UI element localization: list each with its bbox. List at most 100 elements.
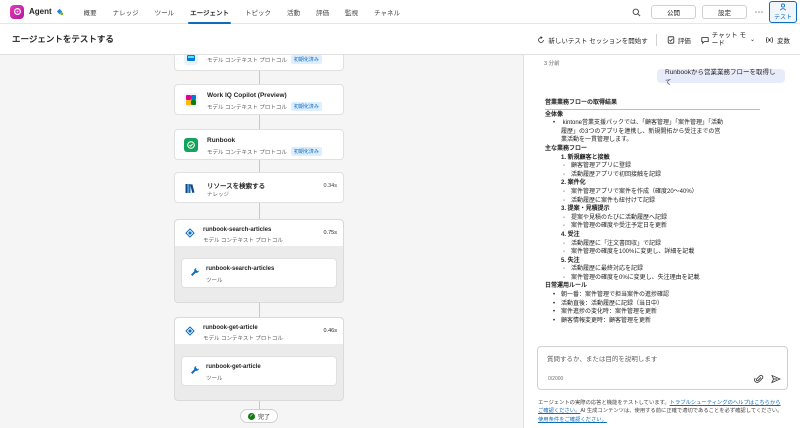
flow-group-get-article[interactable]: runbook-get-article モデル コンテキスト プロトコル 0.4… [174,317,344,401]
variables-icon [766,36,773,43]
header-actions: 新しいテスト セッションを開始す 評価 チャット モ ード ⌄ 変数 [527,24,790,55]
list-item: 案件管理の確度を0%に変更し、失注理由を記載 [545,274,760,283]
chat-icon [701,36,709,44]
group-header: runbook-get-article モデル コンテキスト プロトコル 0.4… [175,318,343,344]
tab-tools[interactable]: ツール [147,0,183,24]
mcp-tool-icon [184,325,196,337]
chat-mode-label-line2: ード [711,39,725,47]
agent-response: 営業業務フローの取得結果 全体像 kintone営業支援パックでは、「顧客管理」… [545,99,760,325]
variables-label: 変数 [777,37,790,45]
node-duration: 0.34s [323,183,337,189]
node-subtitle: モデル コンテキスト プロトコル 初期化済み [207,147,322,156]
publish-button[interactable]: 公開 [651,5,696,19]
copilot-agent-logo-icon [10,4,24,19]
overview-line: 業活動を一貫管理します。 [561,137,633,144]
step-title: 1. 新規顧客と接触 [561,154,610,161]
node-subtitle: モデル コンテキスト プロトコル 初期化済み [207,55,322,64]
new-session-button[interactable]: 新しいテスト セッションを開始す [537,35,648,45]
mcp-tool-icon [184,227,196,239]
flow-canvas[interactable]: モデル コンテキスト プロトコル 初期化済み Work IQ Copilot (… [0,55,523,428]
person-chat-icon [779,3,787,11]
complete-badge: ✓ 完了 [240,409,278,423]
chat-input[interactable]: 質問するか、または目的を説明します [547,353,657,363]
top-nav: Agent 概要 ナレッジ ツール エージェント トピック 活動 評価 監視 チ… [0,0,800,24]
terms-link[interactable]: 使用条件をご確認ください。 [538,417,607,423]
wrench-icon [191,366,199,374]
node-title: Runbook [207,137,236,144]
tool-title: runbook-get-article [206,364,261,370]
attach-icon[interactable] [754,374,764,384]
message-timestamp: 3 分前 [544,61,560,67]
group-title: runbook-get-article [203,325,258,331]
disclaimer-text: AI 生成コンテンツは、使用する前に正確で適切であることを必ず確認してください。 [580,408,783,415]
flow-node-azure[interactable]: モデル コンテキスト プロトコル 初期化済み [174,55,344,71]
chat-pane: 3 分前 Runbookから営業業務フローを取得して 営業業務フローの取得結果 … [523,55,800,428]
tab-topics[interactable]: トピック [237,0,279,24]
evaluate-label: 評価 [677,37,691,45]
list-item: 案件管理の確度を100%に変更し、詳細を記載 [545,248,760,257]
evaluate-icon [667,35,674,44]
list-item: 活動履歴アプリで初回接触を記録 [545,171,760,180]
new-session-label: 新しいテスト セッションを開始す [548,37,648,45]
nav-tabs: 概要 ナレッジ ツール エージェント トピック 活動 評価 監視 チャネル [76,0,408,24]
troubleshooting-link[interactable]: トラブルシューティングのヘルプはこちらから [670,400,781,406]
tool-call-card[interactable]: runbook-get-article ツール [181,356,337,386]
flow-group-search-articles[interactable]: runbook-search-articles モデル コンテキスト プロトコル… [174,219,344,303]
troubleshooting-link-cont[interactable]: ご確認ください。 [538,408,580,414]
section-heading: 全体像 [545,111,564,118]
section-heading: 主な業務フロー [545,145,588,152]
runbook-icon [184,138,198,152]
section-heading: 日常運用ルール [545,283,588,290]
tab-evaluation[interactable]: 評価 [308,0,337,24]
status-badge: 初期化済み [290,147,322,156]
chat-mode-label-line1: チャット モ [711,31,746,39]
nav-actions: 公開 設定 ⋯ テスト [629,0,800,24]
node-subtitle: ナレッジ [207,190,229,198]
settings-button[interactable]: 設定 [702,5,747,19]
overview-line: 履歴」の3つのアプリを連携し、新規開拓から受注までの営 [561,128,721,135]
user-message: Runbookから営業業務フローを取得して [657,69,785,86]
divider [655,33,657,46]
node-subtitle-text: モデル コンテキスト プロトコル [207,57,287,64]
wrench-icon [191,268,199,276]
status-badge: 初期化済み [290,102,322,111]
evaluate-button[interactable]: 評価 [667,35,691,45]
agent-status-icon [56,8,63,16]
chat-input-box[interactable]: 質問するか、または目的を説明します 0/2000 [537,346,788,390]
check-icon: ✓ [247,412,255,420]
tab-agents[interactable]: エージェント [182,0,237,24]
test-button-label: テスト [773,15,792,21]
tab-overview[interactable]: 概要 [76,0,105,24]
workiq-icon [184,93,198,107]
tool-subtitle: ツール [206,376,223,382]
app-title: Agent [29,7,52,16]
tab-monitoring[interactable]: 監視 [337,0,366,24]
search-icon[interactable] [629,5,643,19]
list-item: 案件進捗の変化時：案件管理を更新 [545,308,760,317]
chevron-down-icon: ⌄ [749,37,755,43]
tool-title: runbook-search-articles [206,266,275,272]
step-title: 2. 案件化 [561,180,586,187]
list-item: 案件管理アプリで案件を作成（確度20〜40%） [545,188,760,197]
tool-call-card[interactable]: runbook-search-articles ツール [181,258,337,288]
refresh-icon [538,35,545,43]
response-title: 営業業務フローの取得結果 [545,99,760,110]
tab-channels[interactable]: チャネル [366,0,408,24]
tab-activity[interactable]: 活動 [279,0,308,24]
disclaimer-text: エージェントの実際の応答と機能をテストしています。 [538,400,670,406]
status-badge: 初期化済み [290,55,322,64]
variables-button[interactable]: 変数 [765,35,790,45]
flow-node-workiq[interactable]: Work IQ Copilot (Preview) モデル コンテキスト プロト… [174,84,344,115]
group-title: runbook-search-articles [203,227,272,233]
tab-knowledge[interactable]: ナレッジ [105,0,147,24]
send-icon[interactable] [771,374,781,384]
node-subtitle-text: モデル コンテキスト プロトコル [207,104,287,111]
list-item: 活動直後：活動履歴に記録（当日中） [545,300,760,309]
list-item: 活動履歴に案件も紐付けて記録 [545,197,760,206]
books-icon [184,181,198,195]
flow-node-search-resources[interactable]: リソースを検索する ナレッジ 0.34s [174,172,344,203]
chat-mode-selector[interactable]: チャット モ ード ⌄ [701,32,755,48]
more-options-icon[interactable]: ⋯ [753,7,765,18]
flow-node-runbook[interactable]: Runbook モデル コンテキスト プロトコル 初期化済み [174,129,344,160]
test-button[interactable]: テスト [769,1,797,23]
